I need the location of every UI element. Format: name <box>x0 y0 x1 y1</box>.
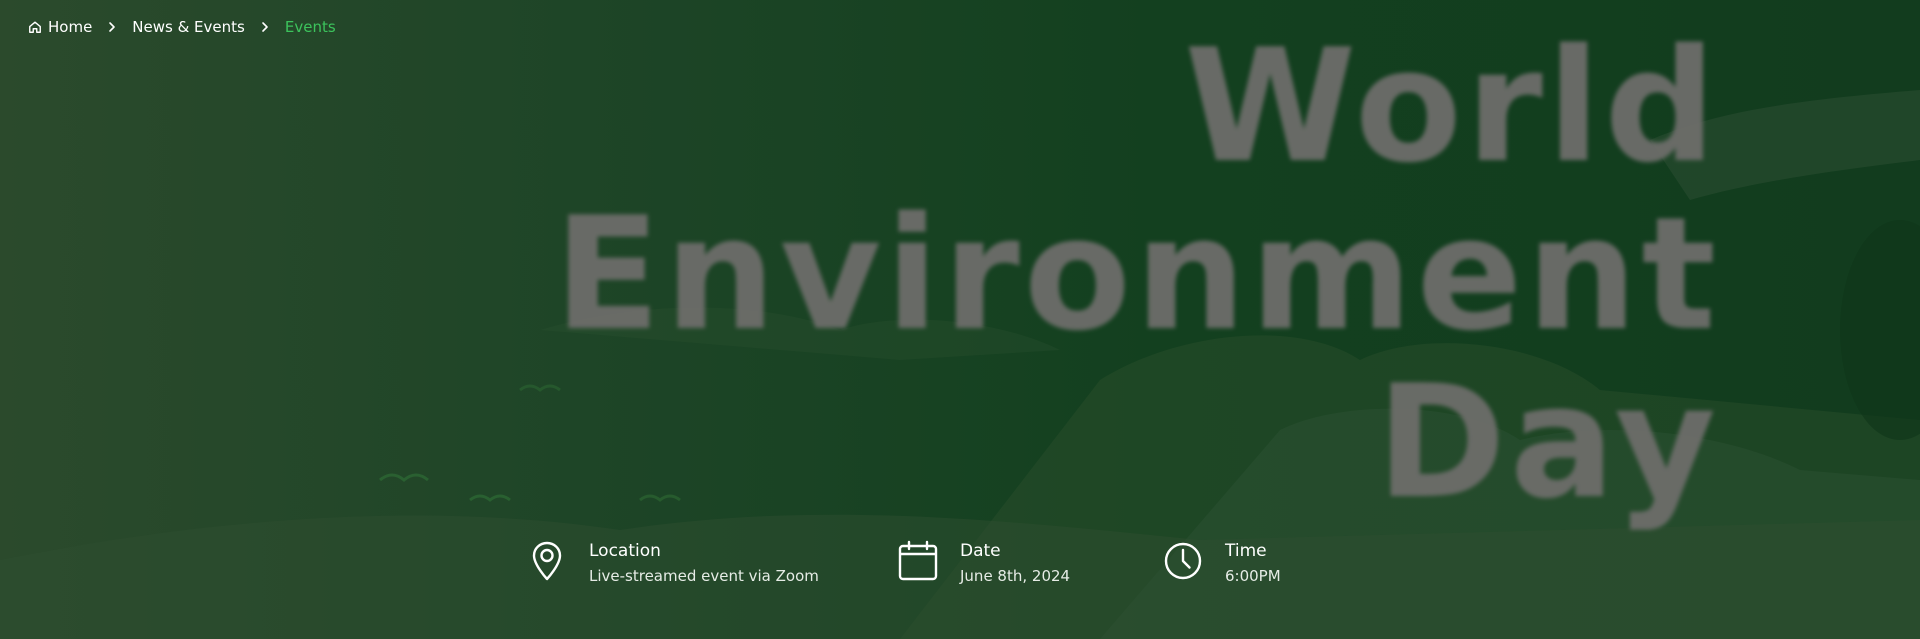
event-time-value: 6:00PM <box>1225 567 1281 585</box>
event-location-value: Live-streamed event via Zoom <box>589 567 819 585</box>
calendar-icon <box>898 540 938 581</box>
breadcrumb-events[interactable]: Events <box>285 18 336 36</box>
event-title: World Environment Day <box>520 22 1720 526</box>
breadcrumb-home[interactable]: Home <box>28 18 92 36</box>
breadcrumb-news-events[interactable]: News & Events <box>132 18 245 36</box>
clock-icon <box>1164 542 1202 580</box>
breadcrumb-label: Home <box>48 18 93 36</box>
event-location: Location Live-streamed event via Zoom <box>526 540 819 587</box>
map-pin-icon <box>532 541 562 581</box>
event-info-row: Location Live-streamed event via Zoom Da… <box>0 540 1920 600</box>
event-date: Date June 8th, 2024 <box>897 540 1070 587</box>
title-line: World <box>1184 15 1720 197</box>
chevron-right-icon <box>262 22 268 32</box>
event-location-label: Location <box>589 541 661 561</box>
title-line: Day <box>1376 351 1720 533</box>
breadcrumb-label: News & Events <box>132 18 245 36</box>
breadcrumb: Home News & Events Events <box>28 18 336 36</box>
home-icon <box>29 21 41 33</box>
event-date-label: Date <box>960 541 1001 561</box>
event-time: Time 6:00PM <box>1162 540 1281 587</box>
event-time-label: Time <box>1225 541 1267 561</box>
title-line: Environment <box>554 183 1720 365</box>
chevron-right-icon <box>109 22 116 32</box>
event-date-value: June 8th, 2024 <box>960 567 1071 585</box>
breadcrumb-label: Events <box>284 18 336 36</box>
